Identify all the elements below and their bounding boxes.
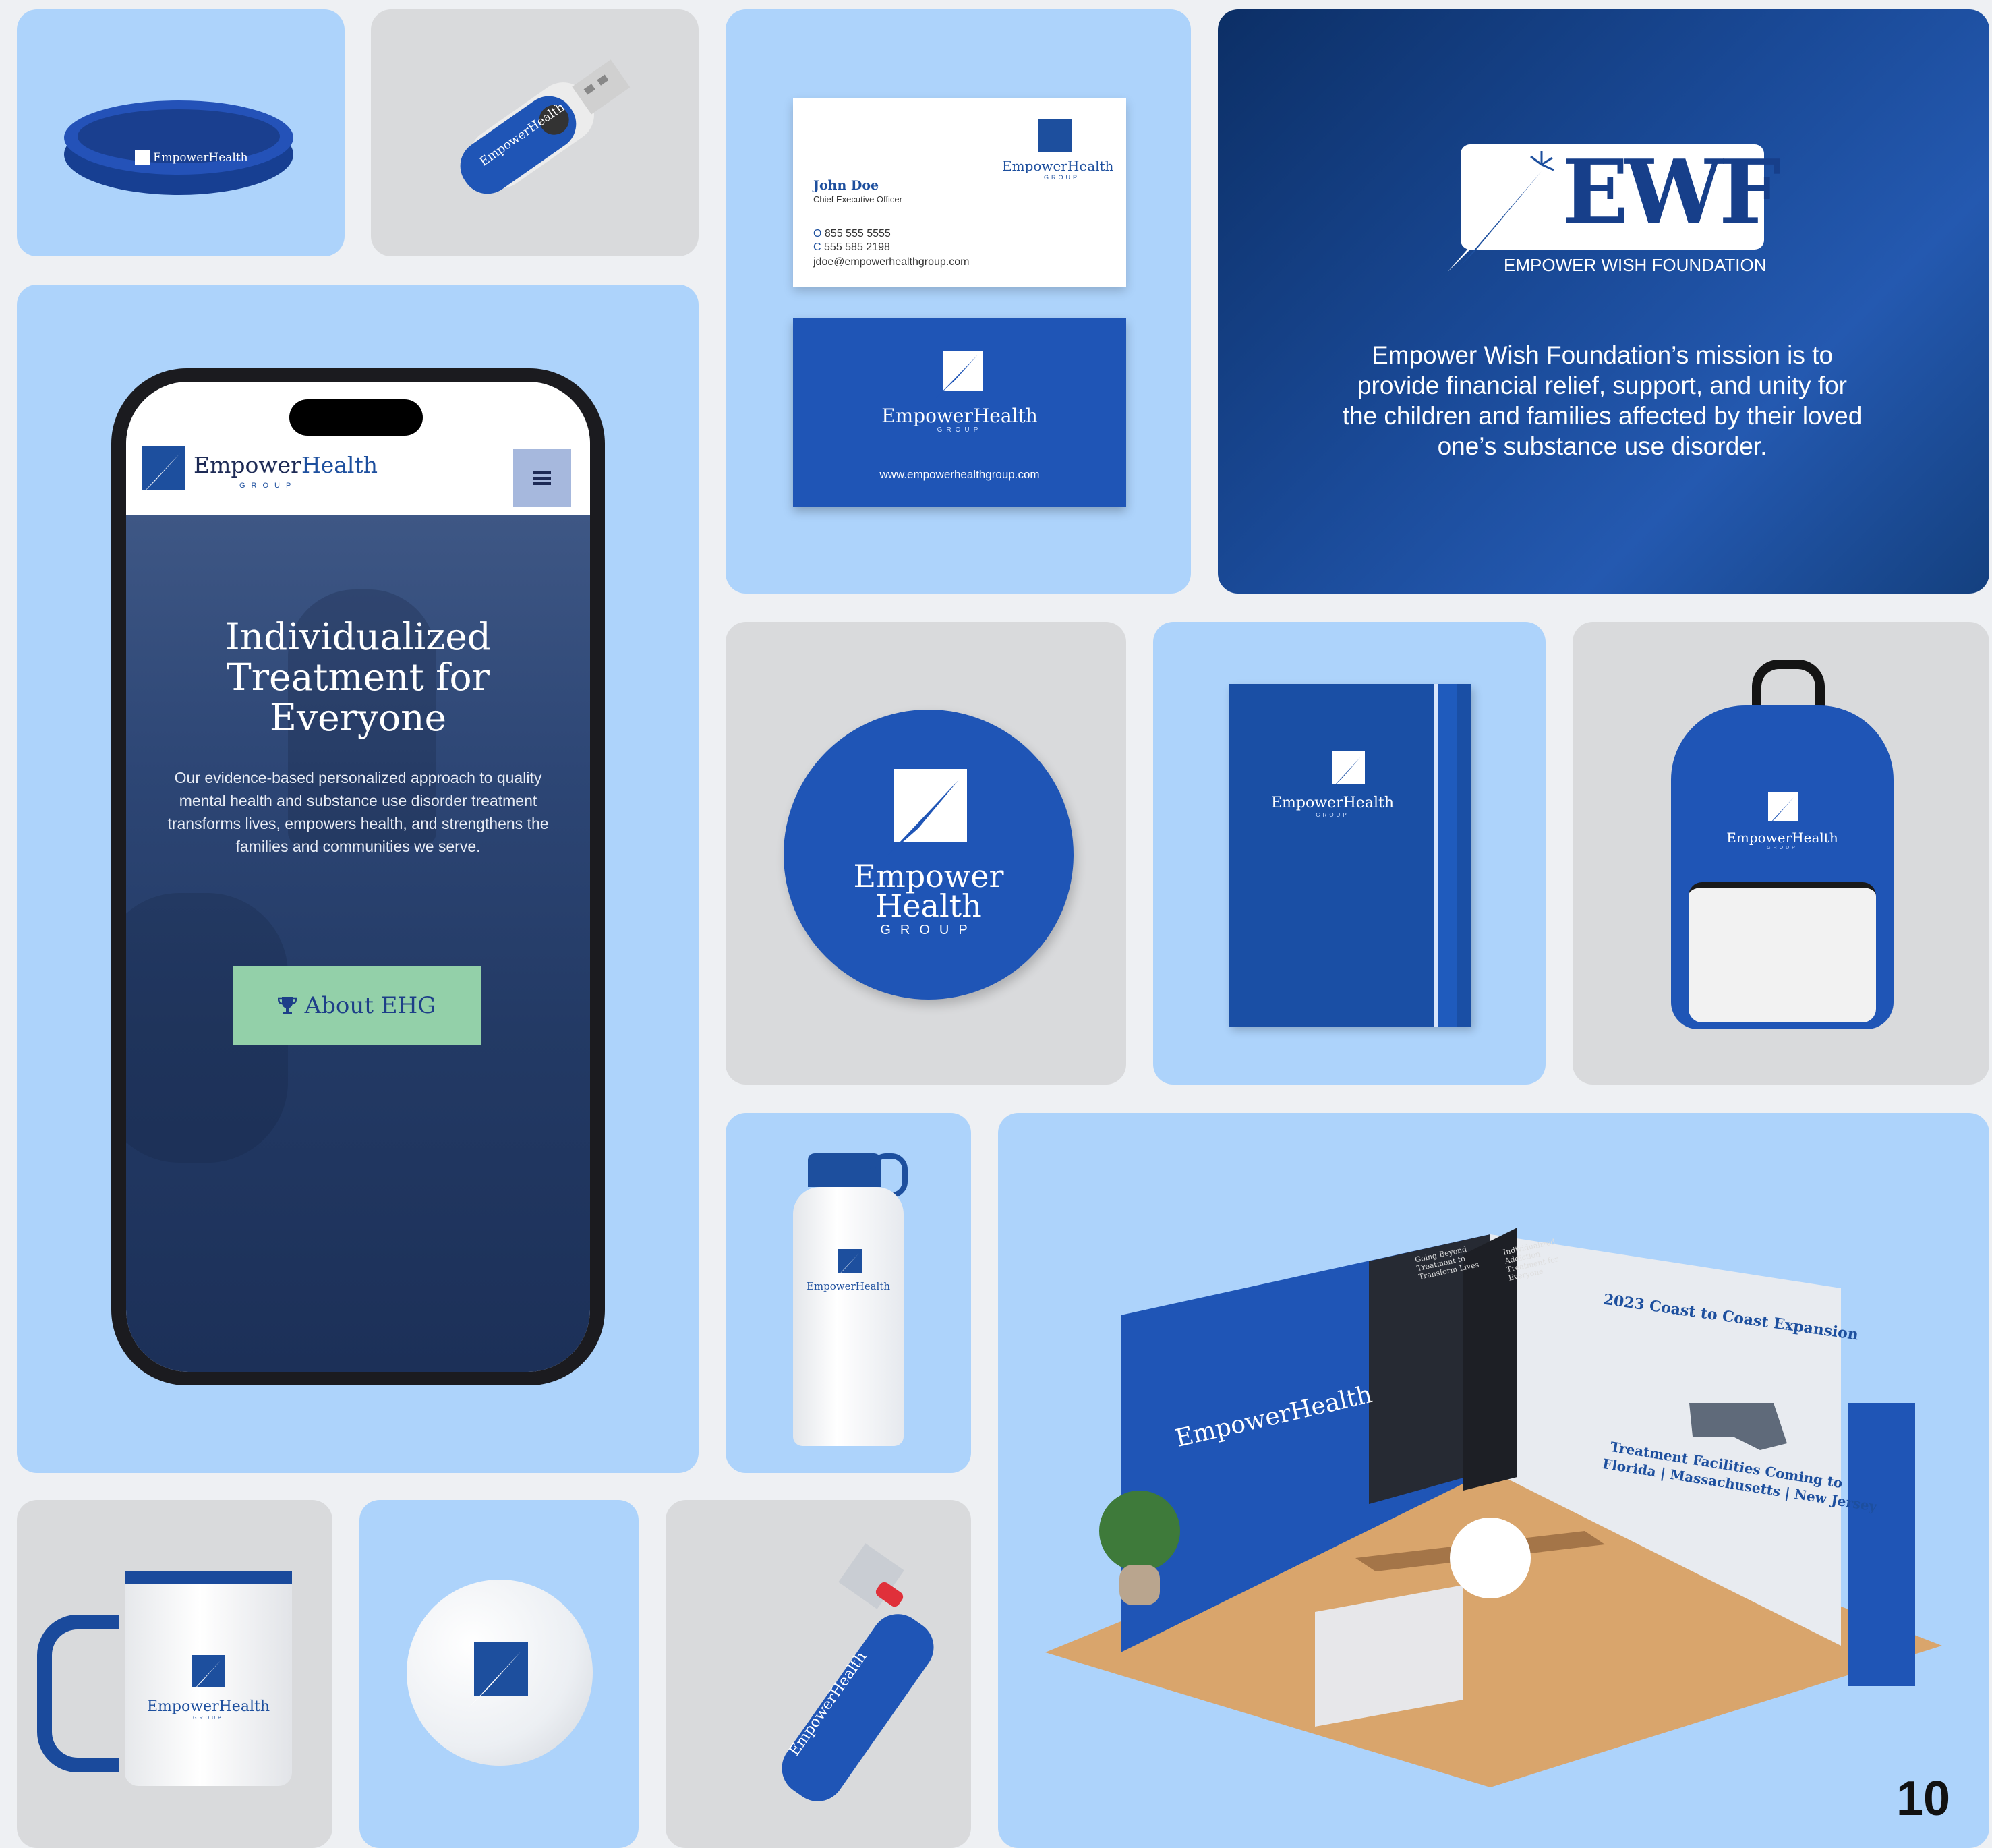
notebook-logo-text: EmpowerHealth bbox=[1271, 795, 1394, 811]
office-prefix: O bbox=[813, 228, 822, 239]
ewf-acronym: EWF bbox=[1562, 140, 1781, 243]
page-number: 10 bbox=[1896, 1772, 1951, 1826]
backpack-logo-text: EmpowerHealth bbox=[1726, 830, 1838, 846]
golf-ball-tile bbox=[359, 1500, 639, 1848]
sticker-tile: Empower Health GROUP bbox=[726, 622, 1126, 1085]
usb-tile: EmpowerHealth bbox=[371, 9, 699, 256]
logo-mark bbox=[1038, 119, 1072, 152]
wristband-logo-text: EmpowerHealth bbox=[153, 151, 248, 165]
mug-handle bbox=[37, 1615, 119, 1772]
shooting-star-icon bbox=[1447, 151, 1554, 272]
phone-tile: EmpowerHealth GROUP Individualized Treat… bbox=[17, 285, 699, 1473]
logo-mark bbox=[467, 1642, 528, 1709]
phone-screen: EmpowerHealth GROUP Individualized Treat… bbox=[126, 382, 590, 1372]
trophy-icon bbox=[277, 997, 297, 1014]
ewf-name: EMPOWER WISH FOUNDATION bbox=[1504, 255, 1767, 275]
bottle-logo-text: EmpowerHealth bbox=[806, 1280, 891, 1292]
mug-logo-text: EmpowerHealth bbox=[147, 1698, 270, 1715]
dynamic-island bbox=[289, 399, 423, 436]
site-logo-group: GROUP bbox=[239, 482, 297, 490]
site-logo-text: EmpowerHealth bbox=[194, 452, 378, 478]
about-ehg-label: About EHG bbox=[304, 992, 436, 1019]
backpack-tile: EmpowerHealth GROUP bbox=[1573, 622, 1989, 1085]
usb-drive-graphic bbox=[460, 59, 631, 194]
logo-mark bbox=[135, 150, 150, 165]
hero-section: Individualized Treatment for Everyone Ou… bbox=[126, 515, 590, 1372]
card-email: jdoe@empowerhealthgroup.com bbox=[813, 256, 970, 268]
site-header: EmpowerHealth GROUP bbox=[126, 382, 590, 515]
office-number: 855 555 5555 bbox=[824, 228, 891, 239]
cell-number: 555 585 2198 bbox=[824, 241, 890, 253]
water-bottle-tile: EmpowerHealth bbox=[726, 1113, 971, 1473]
logo-mark bbox=[936, 351, 983, 398]
sticker-line-3: GROUP bbox=[880, 923, 977, 937]
brand-board: { "brand": { "name_primary": "Empower", … bbox=[0, 0, 1992, 1848]
menu-button[interactable] bbox=[513, 449, 571, 507]
trade-booth-tile: EmpowerHealth Going Beyond Treatment to … bbox=[998, 1113, 1989, 1848]
logo-empower: Empower bbox=[194, 452, 301, 478]
card-name: John Doe bbox=[813, 178, 879, 193]
business-card-front: EmpowerHealth GROUP John Doe Chief Execu… bbox=[793, 98, 1126, 287]
notebook-logo-group: GROUP bbox=[1316, 812, 1349, 818]
lighter-tile: EmpowerHealth bbox=[666, 1500, 971, 1848]
mug-tile: EmpowerHealth GROUP bbox=[17, 1500, 332, 1848]
notebook-tile: EmpowerHealth GROUP bbox=[1153, 622, 1546, 1085]
card-title: Chief Executive Officer bbox=[813, 194, 902, 204]
logo-health: Health bbox=[301, 452, 378, 478]
round-sticker: Empower Health GROUP bbox=[784, 710, 1074, 1000]
card-office-line: O 855 555 5555 bbox=[813, 228, 891, 240]
card-logo-text: EmpowerHealth bbox=[1002, 158, 1114, 174]
logo-mark bbox=[1328, 751, 1365, 792]
logo-mark bbox=[188, 1655, 225, 1696]
lighter-body bbox=[771, 1603, 945, 1812]
bottle-body bbox=[793, 1187, 904, 1446]
business-cards-tile: EmpowerHealth GROUP John Doe Chief Execu… bbox=[726, 9, 1191, 594]
backpack-pocket bbox=[1689, 882, 1876, 1022]
hero-title: Individualized Treatment for Everyone bbox=[225, 615, 491, 739]
mug-logo-group: GROUP bbox=[193, 1716, 224, 1721]
wristband-graphic bbox=[64, 100, 293, 195]
hero-body: Our evidence-based personalized approach… bbox=[167, 769, 549, 855]
ewf-tile: EWF EMPOWER WISH FOUNDATION Empower Wish… bbox=[1218, 9, 1989, 594]
site-logo-mark bbox=[138, 446, 185, 498]
ewf-mission: Empower Wish Foundation’s mission is to … bbox=[1342, 341, 1863, 460]
sticker-line-2: Health bbox=[875, 888, 982, 924]
card-back-group: GROUP bbox=[937, 426, 983, 434]
card-website: www.empowerhealthgroup.com bbox=[879, 468, 1040, 481]
logo-mark bbox=[886, 769, 967, 857]
logo-mark bbox=[1764, 792, 1798, 830]
card-cell-line: C 555 585 2198 bbox=[813, 241, 890, 254]
notebook-elastic-band bbox=[1434, 684, 1457, 1027]
card-back-logo-text: EmpowerHealth bbox=[881, 405, 1038, 427]
backpack-logo-group: GROUP bbox=[1767, 846, 1798, 850]
card-logo-group: GROUP bbox=[1044, 174, 1080, 181]
business-card-back: EmpowerHealth GROUP www.empowerhealthgro… bbox=[793, 318, 1126, 507]
about-ehg-button[interactable]: About EHG bbox=[233, 966, 481, 1045]
hamburger-icon bbox=[533, 471, 551, 485]
cell-prefix: C bbox=[813, 241, 821, 253]
logo-mark bbox=[835, 1249, 862, 1279]
wristband-tile: EmpowerHealth bbox=[17, 9, 345, 256]
